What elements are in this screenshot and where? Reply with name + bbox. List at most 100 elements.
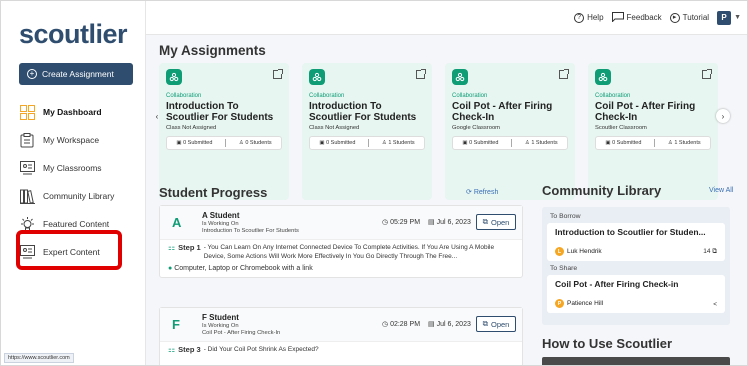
caret-down-icon: ▼ xyxy=(734,14,741,21)
how-to-heading: How to Use Scoutlier xyxy=(542,336,673,351)
sidebar-item-my-classrooms[interactable]: My Classrooms xyxy=(19,154,137,182)
carousel-prev-button[interactable]: ‹ xyxy=(150,109,164,123)
library-card-author: P Patience Hill xyxy=(555,299,603,308)
assignment-card[interactable]: Collaboration Introduction To Scoutlier … xyxy=(302,63,432,200)
student-step: ⚏ Step 1 - You Can Learn On Any Internet… xyxy=(160,240,522,263)
student-header: F F Student Is Working On Coil Pot - Aft… xyxy=(160,308,522,342)
student-status: Is Working On xyxy=(202,221,239,227)
card-stats: ▣ 0 Submitted ♙ 0 Students xyxy=(166,136,282,150)
library-icon xyxy=(19,188,35,204)
carousel-next-button[interactable]: › xyxy=(716,109,730,123)
divider xyxy=(511,139,513,147)
help-label: Help xyxy=(587,13,604,22)
student-header: A A Student Is Working On Introduction T… xyxy=(160,206,522,240)
student-initial: A xyxy=(172,215,182,230)
students-count: ♙ 1 Students xyxy=(667,140,701,146)
submitted-count: ▣ 0 Submitted xyxy=(462,140,499,146)
divider xyxy=(225,139,227,147)
external-link-icon[interactable] xyxy=(416,69,426,79)
step-text: - You Can Learn On Any Internet Connecte… xyxy=(203,244,495,260)
card-category: Collaboration xyxy=(309,93,345,99)
card-title: Introduction To Scoutlier For Students xyxy=(309,101,417,123)
student-timestamp: ◷ 05:29 PM ▤ Jul 6, 2023 xyxy=(382,218,471,226)
card-subtitle: Class Not Assigned xyxy=(166,125,217,131)
card-category: Collaboration xyxy=(595,93,631,99)
question-icon: ? xyxy=(574,12,585,23)
sidebar-item-label: Featured Content xyxy=(43,219,110,229)
date-label: Jul 6, 2023 xyxy=(436,219,471,226)
user-menu[interactable]: P ▼ xyxy=(717,10,741,25)
collaboration-icon xyxy=(452,69,468,85)
community-library-panel: To Borrow Introduction to Scoutlier for … xyxy=(542,207,730,325)
card-stats: ▣ 0 Submitted ♙ 1 Students xyxy=(309,136,425,150)
external-link-icon[interactable] xyxy=(273,69,283,79)
submitted-count: ▣ 0 Submitted xyxy=(319,140,356,146)
students-label: 1 Students xyxy=(531,140,558,146)
external-link-icon[interactable] xyxy=(702,69,712,79)
tutorial-button[interactable]: ▸ Tutorial xyxy=(669,12,709,23)
share-button[interactable]: < xyxy=(713,301,717,308)
create-assignment-button[interactable]: + Create Assignment xyxy=(19,63,133,85)
student-course: Coil Pot - After Firing Check-In xyxy=(202,330,281,336)
external-link-icon[interactable] xyxy=(559,69,569,79)
library-card-share[interactable]: Coil Pot - After Firing Check-in P Patie… xyxy=(547,275,725,313)
library-card-title: Introduction to Scoutlier for Studen... xyxy=(555,227,706,237)
open-label: Open xyxy=(491,319,510,329)
open-button[interactable]: ⧉ Open xyxy=(476,214,516,230)
assignment-card[interactable]: Collaboration Introduction To Scoutlier … xyxy=(159,63,289,200)
card-subtitle: Class Not Assigned xyxy=(309,125,360,131)
step-text: - Did Your Coil Pot Shrink As Expected? xyxy=(203,346,319,353)
student-progress-heading: Student Progress xyxy=(159,185,268,200)
submitted-label: 0 Submitted xyxy=(183,140,213,146)
assignment-carousel: Collaboration Introduction To Scoutlier … xyxy=(159,63,734,203)
assignment-card[interactable]: Collaboration Coil Pot - After Firing Ch… xyxy=(445,63,575,200)
step-label: Step 1 xyxy=(178,243,201,252)
card-title: Coil Pot - After Firing Check-In xyxy=(595,101,696,123)
students-count: ♙ 0 Students xyxy=(238,140,272,146)
help-button[interactable]: ? Help xyxy=(574,12,604,23)
chat-bubble-icon xyxy=(611,11,624,24)
sidebar-item-label: My Dashboard xyxy=(43,107,102,117)
sidebar-item-my-dashboard[interactable]: My Dashboard xyxy=(19,98,137,126)
view-all-link[interactable]: View All xyxy=(709,187,733,194)
date-label: Jul 6, 2023 xyxy=(436,321,471,328)
classroom-icon xyxy=(19,160,35,176)
share-icon: < xyxy=(713,301,717,308)
assignment-card[interactable]: Collaboration Coil Pot - After Firing Ch… xyxy=(588,63,718,200)
time-label: 02:28 PM xyxy=(390,321,421,328)
student-name: F Student xyxy=(202,313,239,322)
feedback-button[interactable]: Feedback xyxy=(611,11,662,24)
divider xyxy=(368,139,370,147)
status-bar-url: https://www.scoutlier.com xyxy=(4,353,74,363)
chevron-right-icon: › xyxy=(721,111,725,121)
refresh-button[interactable]: ⟳ Refresh xyxy=(466,188,498,196)
student-step: ⚏ Step 3 - Did Your Coil Pot Shrink As E… xyxy=(160,342,522,357)
submitted-label: 0 Submitted xyxy=(326,140,356,146)
avatar: P xyxy=(717,10,732,25)
student-name: A Student xyxy=(202,211,240,220)
library-card-title: Coil Pot - After Firing Check-in xyxy=(555,279,679,289)
time-label: 05:29 PM xyxy=(390,219,421,226)
student-timestamp: ◷ 02:28 PM ▤ Jul 6, 2023 xyxy=(382,320,471,328)
how-to-video-thumbnail[interactable] xyxy=(542,357,730,365)
open-button[interactable]: ⧉ Open xyxy=(476,316,516,332)
play-icon: ▸ xyxy=(669,12,680,23)
scoutlier-logo[interactable]: scoutlier xyxy=(19,19,128,50)
feedback-label: Feedback xyxy=(626,13,662,22)
workspace-icon xyxy=(19,132,35,148)
sidebar-item-label: Community Library xyxy=(43,191,115,201)
external-link-icon: ⧉ xyxy=(482,319,488,328)
library-card-borrow[interactable]: Introduction to Scoutlier for Studen... … xyxy=(547,223,725,261)
students-count: ♙ 1 Students xyxy=(381,140,415,146)
bullet-icon: ● xyxy=(168,265,173,272)
chevron-left-icon: ‹ xyxy=(155,111,159,121)
student-material: ● Computer, Laptop or Chromebook with a … xyxy=(160,263,522,277)
sidebar-item-community-library[interactable]: Community Library xyxy=(19,182,137,210)
card-title: Introduction To Scoutlier For Students xyxy=(166,101,274,123)
author-avatar: P xyxy=(555,299,564,308)
app-window: scoutlier + Create Assignment My Dashboa… xyxy=(0,0,748,366)
borrow-count: 14 ⧉ xyxy=(703,248,717,256)
student-course: Introduction To Scoutlier For Students xyxy=(202,228,299,234)
sidebar-item-my-workspace[interactable]: My Workspace xyxy=(19,126,137,154)
dashboard-icon xyxy=(19,104,35,120)
